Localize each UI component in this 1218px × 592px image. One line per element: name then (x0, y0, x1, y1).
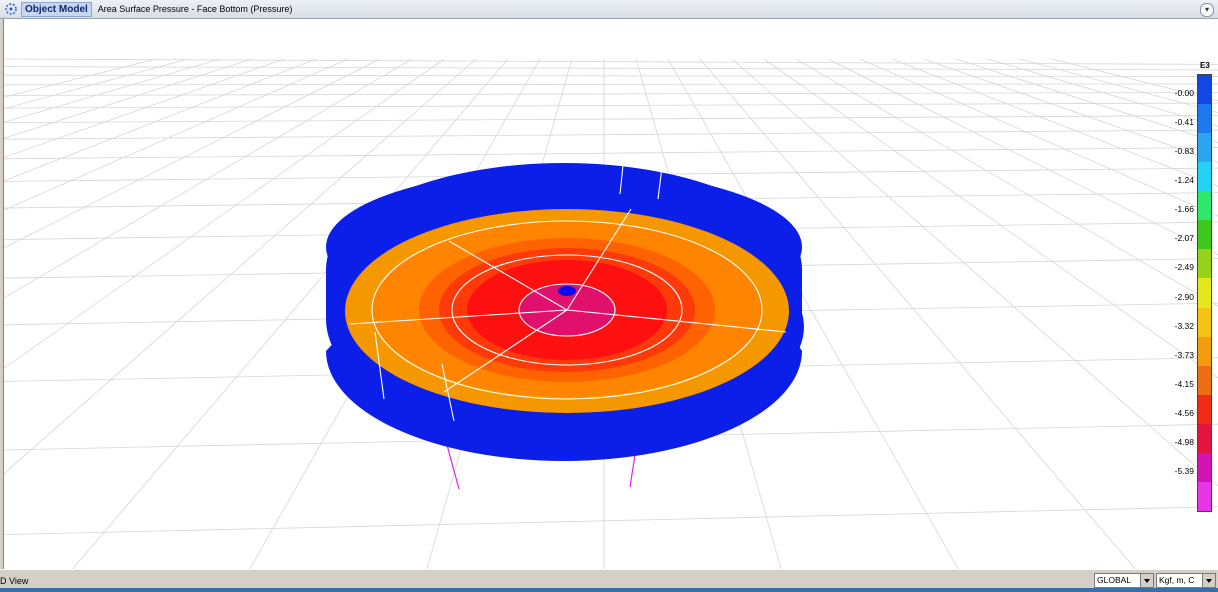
legend-swatch (1198, 394, 1211, 425)
legend-color-bar (1197, 74, 1212, 512)
legend-tick-label: -3.32 (1174, 320, 1194, 331)
legend-swatch (1198, 249, 1211, 279)
grid-line (4, 58, 221, 123)
units-value: Kgf, m, C (1159, 575, 1195, 585)
grid-line (4, 129, 1218, 140)
taskbar-strip (0, 588, 1218, 592)
legend-tick-label: -2.90 (1174, 291, 1194, 302)
3d-viewport[interactable]: E3 -0.00 -0.41 -0.83 -1.24 -1.66 -2.07 -2.49 -2… (3, 19, 1218, 569)
legend-swatch (1198, 191, 1211, 221)
legend-tick-label: -1.66 (1174, 204, 1194, 215)
grid-line (4, 66, 1218, 71)
legend-tick-label: -0.83 (1174, 146, 1194, 157)
tab-object-model[interactable]: Object Model (21, 1, 92, 17)
center-node[interactable] (558, 286, 576, 296)
legend-swatch (1198, 423, 1211, 454)
legend-swatch (1198, 452, 1211, 483)
legend-swatch (1198, 307, 1211, 338)
grid-line (4, 74, 1218, 77)
legend-tick-label: -4.15 (1174, 378, 1194, 389)
legend-swatch (1198, 220, 1211, 250)
grid-line (4, 92, 1218, 96)
grid-line (827, 58, 1218, 256)
legend-swatch (1198, 133, 1211, 163)
coordinate-system-value: GLOBAL (1097, 575, 1132, 585)
legend-swatch (1198, 481, 1211, 512)
grid-line (4, 115, 1218, 123)
legend-tick-label: -2.07 (1174, 233, 1194, 244)
legend-tick-label: -2.49 (1174, 262, 1194, 273)
grid-line (4, 58, 189, 110)
view-title: Area Surface Pressure - Face Bottom (Pre… (97, 4, 293, 14)
grid-line (731, 58, 1218, 487)
legend-tick-label: -5.39 (1174, 465, 1194, 476)
grid-line (4, 58, 349, 211)
coordinate-system-select[interactable]: GLOBAL (1094, 573, 1154, 588)
legend-tick-label: -3.73 (1174, 349, 1194, 360)
legend-tick-label: -1.24 (1174, 175, 1194, 186)
grid-line (4, 58, 253, 139)
status-text: D View (0, 576, 29, 586)
grid-line (4, 58, 285, 158)
grid-line (4, 58, 157, 98)
legend-tick-label: -4.98 (1174, 436, 1194, 447)
chevron-down-icon[interactable]: ▾ (1200, 3, 1214, 17)
grid-line (4, 58, 317, 182)
legend-swatch (1198, 278, 1211, 309)
units-select[interactable]: Kgf, m, C (1156, 573, 1216, 588)
app-window: Object Model Area Surface Pressure - Fac… (0, 0, 1218, 592)
grid-line (4, 58, 381, 249)
legend-swatch (1198, 104, 1211, 134)
pressure-legend: E3 -0.00 -0.41 -0.83 -1.24 -1.66 -2.07 -2.49 -2… (1164, 59, 1218, 539)
legend-swatch (1198, 162, 1211, 192)
legend-swatch (1198, 336, 1211, 367)
pressure-contour-scene[interactable] (4, 19, 1218, 569)
chevron-down-icon[interactable] (1202, 574, 1215, 587)
view-title-bar: Object Model Area Surface Pressure - Fac… (0, 0, 1218, 19)
grid-line (795, 58, 1218, 307)
legend-tick-label: -0.41 (1174, 117, 1194, 128)
grid-line (4, 102, 1218, 109)
grid-line (4, 506, 1218, 535)
legend-swatch (1198, 75, 1211, 105)
model-view-icon (5, 3, 17, 15)
grid-line (4, 58, 1218, 65)
grid-line (763, 58, 1218, 379)
chevron-down-icon[interactable] (1140, 574, 1153, 587)
grid-line (4, 147, 1218, 160)
legend-scale-label: E3 (1200, 61, 1210, 70)
tank-model[interactable] (325, 155, 804, 461)
legend-tick-label: -4.56 (1174, 407, 1194, 418)
legend-swatch (1198, 365, 1211, 396)
legend-tick-label: -0.00 (1174, 88, 1194, 99)
